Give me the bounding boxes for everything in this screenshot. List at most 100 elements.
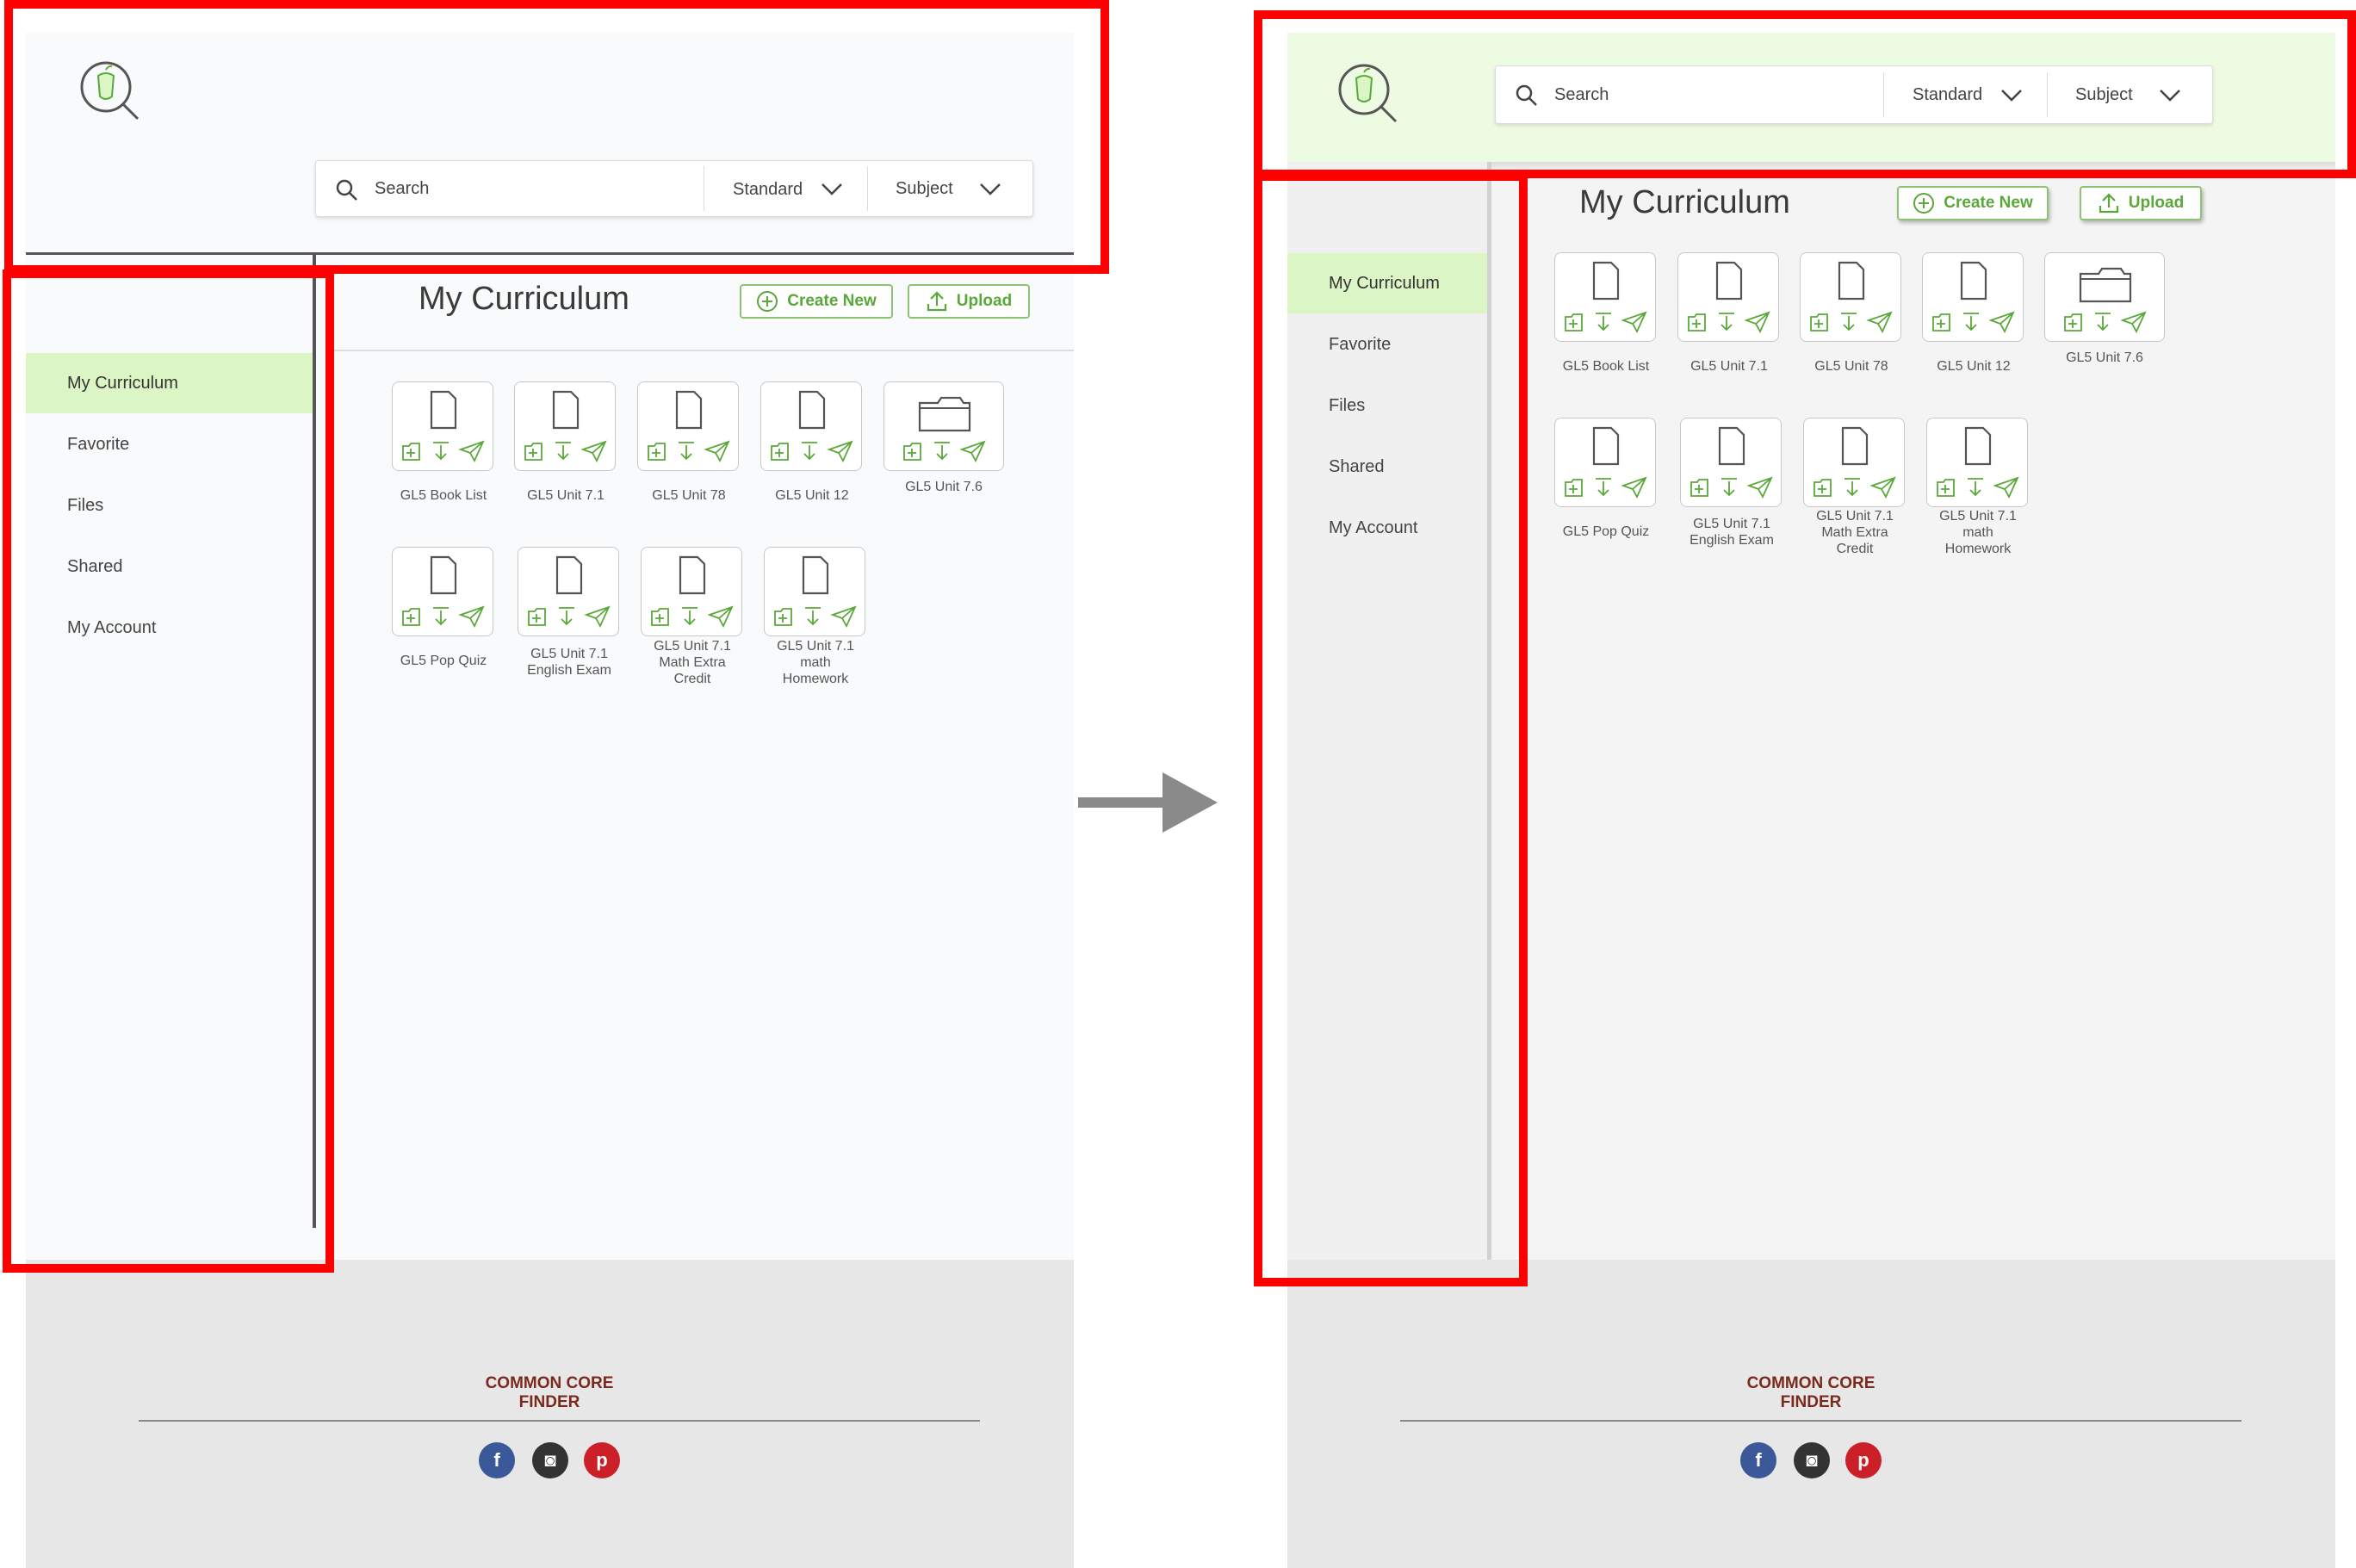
document-icon <box>1960 261 1987 301</box>
instagram-icon[interactable]: ◙ <box>1794 1442 1830 1478</box>
document-icon <box>675 390 703 430</box>
download-icon <box>1721 478 1737 497</box>
file-label: GL5 Unit 7.1 <box>527 488 604 503</box>
file-card[interactable] <box>637 381 739 471</box>
file-actions-icons <box>1810 311 1893 333</box>
file-card[interactable] <box>1677 252 1779 342</box>
send-icon <box>1746 476 1773 499</box>
file-card[interactable] <box>641 547 742 636</box>
add-to-folder-icon <box>1688 313 1706 332</box>
facebook-icon[interactable]: f <box>1740 1442 1776 1478</box>
file-label: GL5 Unit 7.1 math Homework <box>1939 509 2017 556</box>
footer-divider <box>1400 1420 2241 1422</box>
document-icon <box>1718 426 1745 466</box>
file-card[interactable] <box>764 547 865 636</box>
add-to-folder-icon <box>402 608 420 626</box>
download-icon <box>1596 313 1611 332</box>
send-icon <box>1744 311 1770 333</box>
file-label: GL5 Pop Quiz <box>400 654 487 668</box>
pinterest-icon[interactable]: p <box>1845 1442 1882 1478</box>
add-to-folder-icon <box>2064 313 2082 332</box>
file-card[interactable] <box>392 547 493 636</box>
file-actions-icons <box>2064 311 2147 333</box>
download-icon <box>679 442 694 461</box>
download-icon <box>802 442 817 461</box>
annotation-box-header <box>4 0 1109 274</box>
file-card[interactable] <box>514 381 616 471</box>
file-label: GL5 Pop Quiz <box>1562 524 1650 539</box>
folder-card[interactable] <box>884 381 1004 471</box>
document-icon <box>1838 261 1865 301</box>
footer-brand: COMMON CORE FINDER <box>1746 1374 1876 1411</box>
send-icon <box>584 605 611 628</box>
file-label: GL5 Unit 12 <box>1937 359 2011 374</box>
document-icon <box>1592 261 1620 301</box>
folder-card[interactable] <box>2044 252 2165 342</box>
file-actions-icons <box>1932 311 2015 333</box>
download-icon <box>433 607 449 626</box>
send-icon <box>1621 311 1647 333</box>
add-to-folder-icon <box>1932 313 1950 332</box>
document-icon <box>798 390 826 430</box>
document-icon <box>1964 426 1992 466</box>
add-to-folder-icon <box>528 608 546 626</box>
file-actions-icons <box>1565 311 1647 333</box>
download-icon <box>1963 313 1979 332</box>
file-actions-icons <box>1688 311 1770 333</box>
document-icon <box>1715 261 1743 301</box>
file-actions-icons <box>1565 476 1647 499</box>
footer: COMMON CORE FINDER f ◙ p <box>26 1260 1074 1568</box>
file-card[interactable] <box>392 381 493 471</box>
download-icon <box>1841 313 1857 332</box>
download-icon <box>555 442 571 461</box>
arrow-right-icon <box>1078 772 1218 833</box>
document-icon <box>1592 426 1620 466</box>
file-card[interactable] <box>1554 252 1656 342</box>
file-actions-icons <box>402 605 485 628</box>
send-icon <box>704 440 730 462</box>
pinterest-icon[interactable]: p <box>584 1442 620 1478</box>
instagram-icon[interactable]: ◙ <box>532 1442 568 1478</box>
file-card[interactable] <box>760 381 862 471</box>
file-actions-icons <box>1814 476 1896 499</box>
footer-brand: COMMON CORE FINDER <box>485 1374 614 1411</box>
send-icon <box>458 605 485 628</box>
send-icon <box>1866 311 1893 333</box>
file-label: GL5 Unit 7.6 <box>905 480 983 494</box>
download-icon <box>934 442 950 461</box>
folder-icon <box>918 396 971 432</box>
file-actions-icons <box>651 605 734 628</box>
send-icon <box>1988 311 2015 333</box>
file-label: GL5 Unit 7.1 English Exam <box>1690 517 1774 548</box>
send-icon <box>2120 311 2147 333</box>
folder-icon <box>2079 267 2132 303</box>
download-icon <box>1719 313 1734 332</box>
file-label: GL5 Unit 7.1 <box>1690 359 1768 374</box>
annotation-box-sidebar <box>3 270 334 1273</box>
add-to-folder-icon <box>1810 313 1828 332</box>
send-icon <box>458 440 485 462</box>
document-icon <box>679 555 706 595</box>
file-card[interactable] <box>1926 418 2028 507</box>
file-card[interactable] <box>1922 252 2024 342</box>
document-icon <box>1841 426 1869 466</box>
send-icon <box>1993 476 2019 499</box>
add-to-folder-icon <box>651 608 669 626</box>
file-card[interactable] <box>1680 418 1782 507</box>
send-icon <box>830 605 857 628</box>
file-card[interactable] <box>518 547 619 636</box>
file-card[interactable] <box>1803 418 1905 507</box>
file-actions-icons <box>528 605 611 628</box>
file-actions-icons <box>903 440 986 462</box>
file-label: GL5 Unit 78 <box>1814 359 1888 374</box>
download-icon <box>559 607 574 626</box>
file-card[interactable] <box>1554 418 1656 507</box>
facebook-icon[interactable]: f <box>479 1442 515 1478</box>
download-icon <box>1968 478 1983 497</box>
document-icon <box>552 390 580 430</box>
file-label: GL5 Book List <box>1562 359 1650 374</box>
file-actions-icons <box>771 440 853 462</box>
file-card[interactable] <box>1800 252 1901 342</box>
add-to-folder-icon <box>1565 479 1583 497</box>
document-icon <box>555 555 583 595</box>
